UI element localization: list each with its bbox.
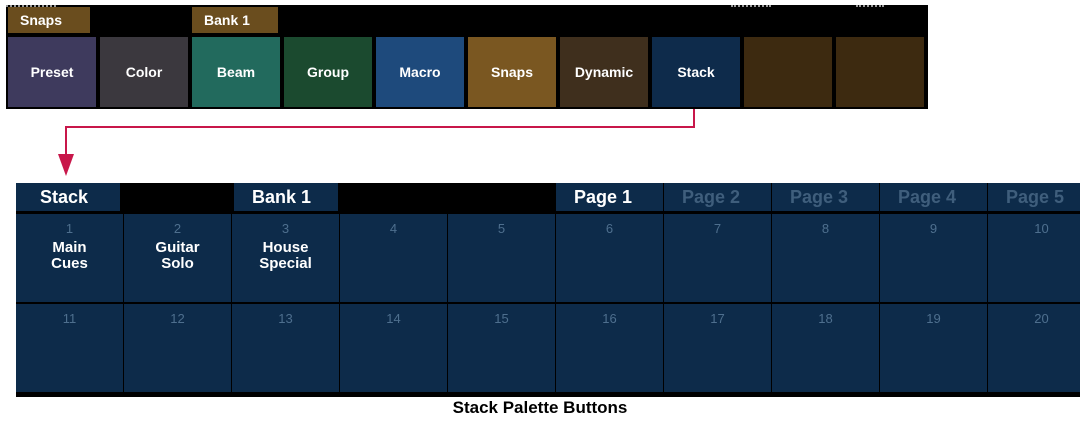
page-tab-2[interactable]: Page 2: [664, 183, 771, 211]
stack-button-16[interactable]: 16: [556, 304, 663, 392]
stack-button-number: 3: [281, 221, 290, 236]
stack-button-number: 19: [926, 311, 941, 326]
stack-button-13[interactable]: 13: [232, 304, 339, 392]
stack-button-6[interactable]: 6: [556, 214, 663, 302]
stack-button-label: House Special: [259, 239, 312, 272]
stack-title: Stack: [16, 183, 120, 211]
stack-button-label: Main Cues: [51, 239, 88, 272]
page-tab-3[interactable]: Page 3: [772, 183, 879, 211]
stack-button-3[interactable]: 3 House Special: [232, 214, 339, 302]
stack-button-10[interactable]: 10: [988, 214, 1080, 302]
stack-button-14[interactable]: 14: [340, 304, 447, 392]
stack-button-4[interactable]: 4: [340, 214, 447, 302]
stack-button-number: 14: [386, 311, 401, 326]
stack-button-7[interactable]: 7: [664, 214, 771, 302]
stack-button-number: 4: [389, 221, 398, 236]
figure-caption: Stack Palette Buttons: [452, 398, 628, 417]
stack-button-label: Guitar Solo: [155, 239, 200, 272]
stack-button-15[interactable]: 15: [448, 304, 555, 392]
stack-button-9[interactable]: 9: [880, 214, 987, 302]
stack-button-number: 9: [929, 221, 938, 236]
stack-button-12[interactable]: 12: [124, 304, 231, 392]
stack-button-number: 15: [494, 311, 509, 326]
stack-button-number: 6: [605, 221, 614, 236]
stack-button-11[interactable]: 11: [16, 304, 123, 392]
bank-selector[interactable]: Bank 1: [234, 183, 338, 211]
stack-button-number: 5: [497, 221, 506, 236]
stack-button-number: 7: [713, 221, 722, 236]
stack-button-number: 8: [821, 221, 830, 236]
page-tab-1[interactable]: Page 1: [556, 183, 663, 211]
stack-button-number: 17: [710, 311, 725, 326]
stack-palette: Stack Bank 1 Page 1 Page 2 Page 3 Page 4 Pag…: [16, 183, 1080, 397]
stack-button-8[interactable]: 8: [772, 214, 879, 302]
stack-button-number: 20: [1034, 311, 1049, 326]
stack-button-number: 11: [62, 311, 77, 326]
stack-button-number: 1: [65, 221, 74, 236]
stack-button-number: 16: [602, 311, 617, 326]
stack-button-number: 18: [818, 311, 833, 326]
page-tab-5[interactable]: Page 5: [988, 183, 1080, 211]
stack-button-number: 13: [278, 311, 293, 326]
stack-button-20[interactable]: 20: [988, 304, 1080, 392]
stack-button-5[interactable]: 5: [448, 214, 555, 302]
stack-button-18[interactable]: 18: [772, 304, 879, 392]
stack-button-2[interactable]: 2 Guitar Solo: [124, 214, 231, 302]
page-tab-4[interactable]: Page 4: [880, 183, 987, 211]
stack-button-number: 2: [173, 221, 182, 236]
stack-button-number: 12: [170, 311, 185, 326]
stack-button-19[interactable]: 19: [880, 304, 987, 392]
stack-button-17[interactable]: 17: [664, 304, 771, 392]
stack-button-number: 10: [1034, 221, 1049, 236]
stack-button-1[interactable]: 1 Main Cues: [16, 214, 123, 302]
